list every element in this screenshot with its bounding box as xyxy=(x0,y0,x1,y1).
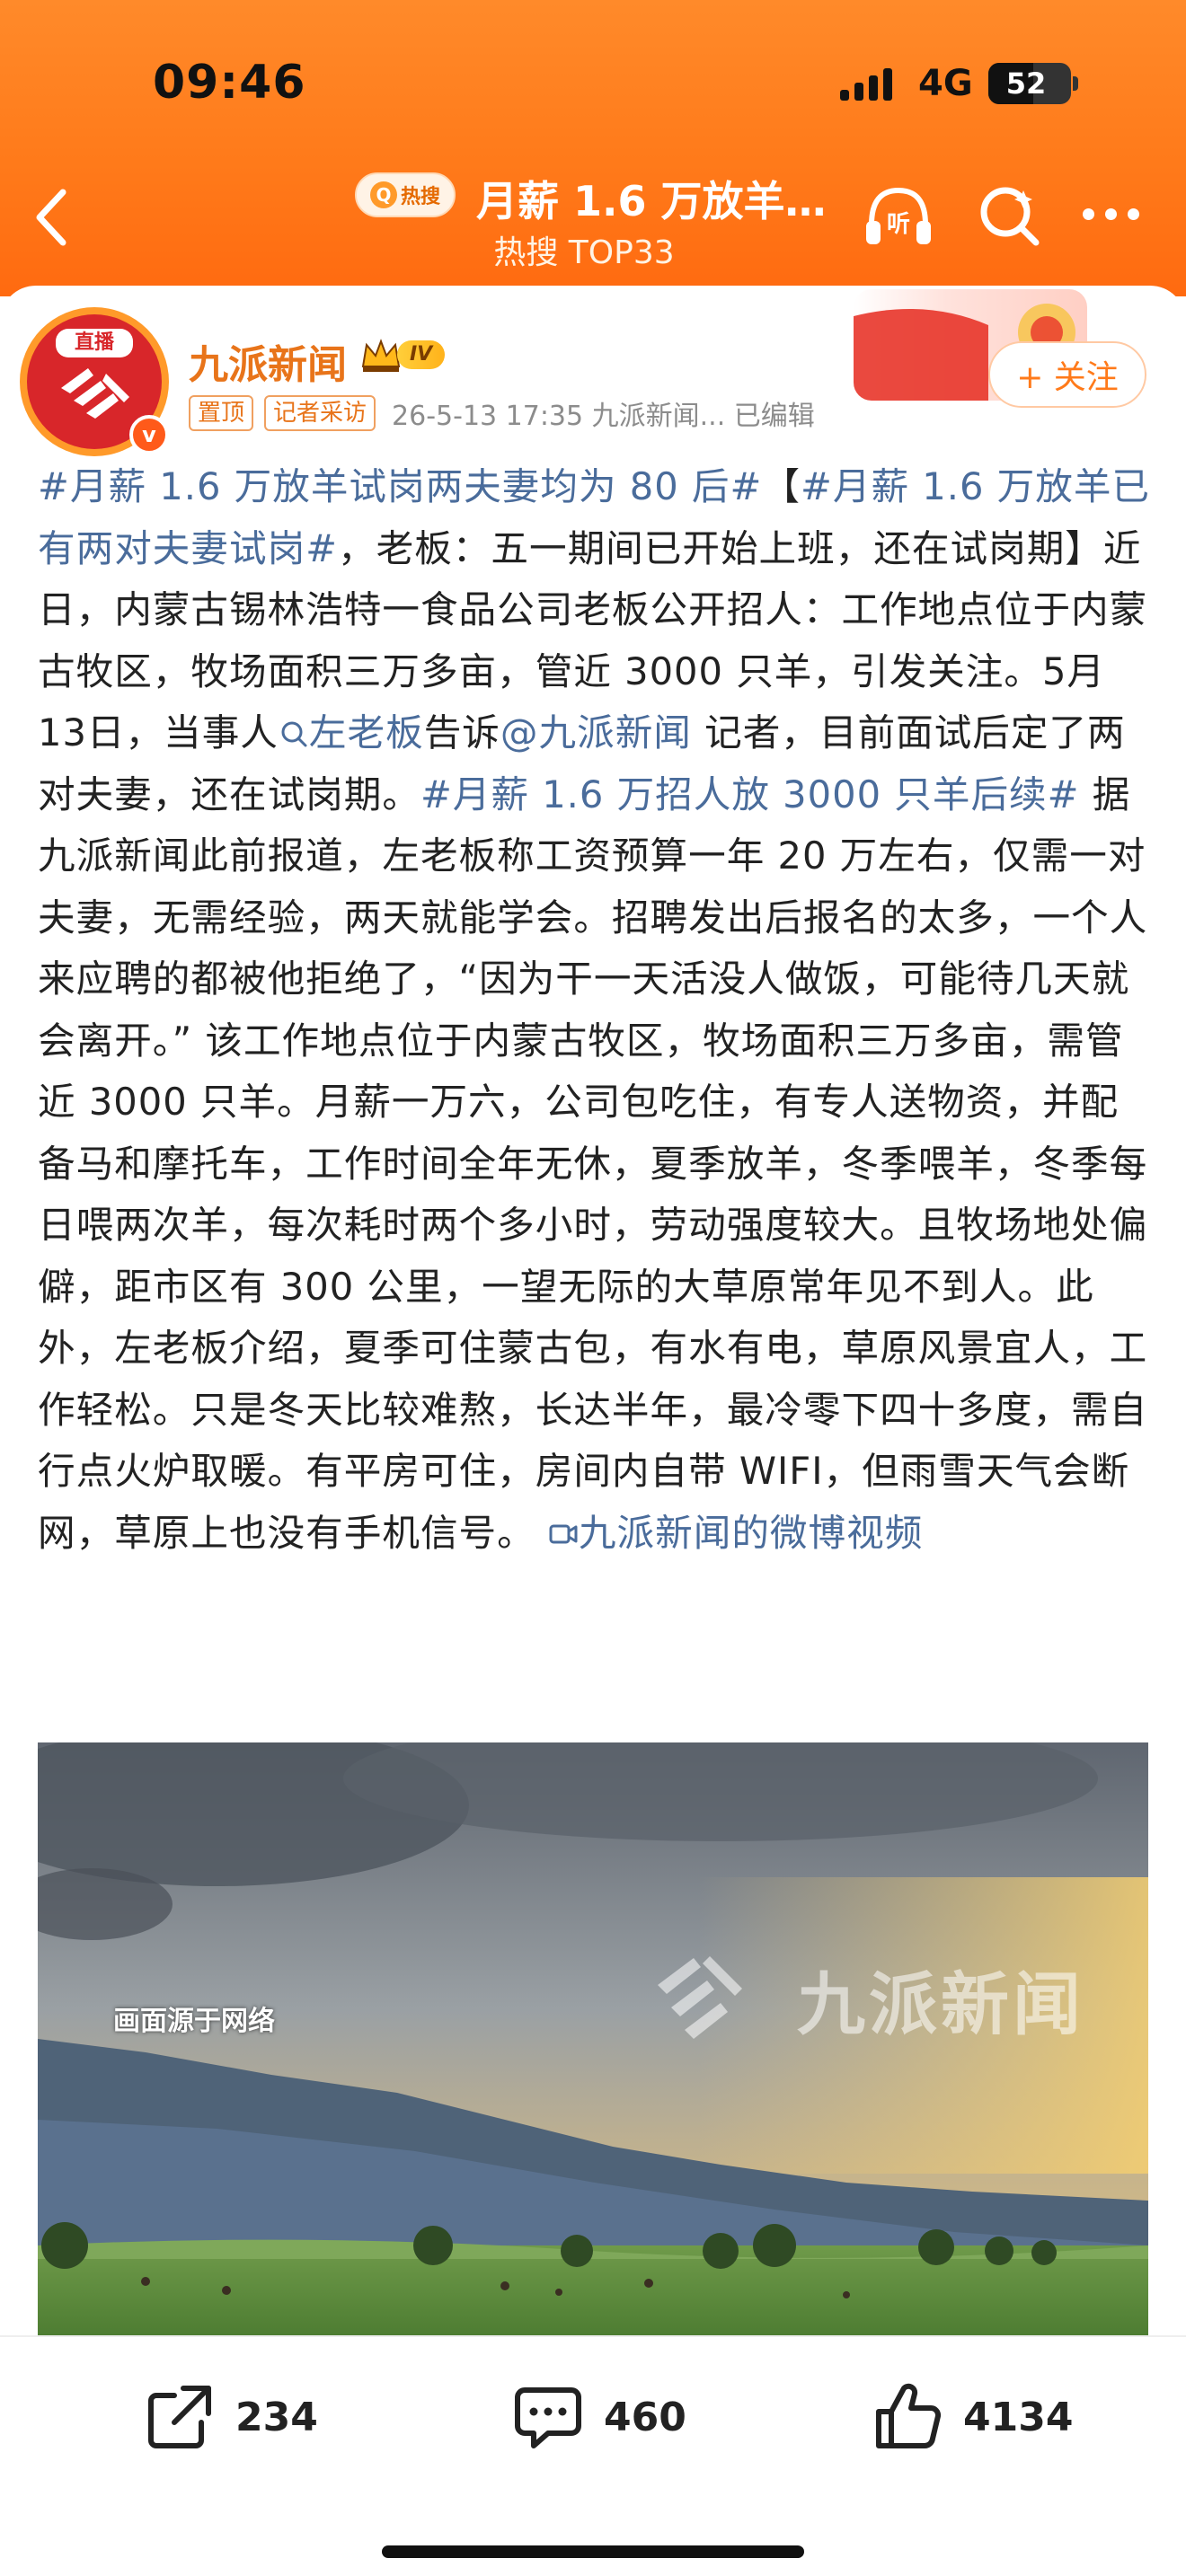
comment-count: 460 xyxy=(604,2394,686,2440)
video-icon xyxy=(549,1524,578,1543)
post-text-segment: 【 xyxy=(762,464,801,508)
like-icon xyxy=(876,2383,942,2449)
bottom-action-bar: 234 460 4134 xyxy=(0,2335,1186,2576)
live-badge: 直播 xyxy=(56,329,133,357)
page-title[interactable]: 月薪 1.6 万放羊… xyxy=(476,169,827,228)
crown-icon xyxy=(361,339,401,372)
signal-icon xyxy=(840,65,903,101)
level-label: IV xyxy=(397,340,446,369)
header: 09:46 4G 52 Q 热搜 月薪 1.6 万放羊… 热搜 TOP33 听 xyxy=(0,0,1186,296)
top-nav: Q 热搜 月薪 1.6 万放羊… 热搜 TOP33 听 xyxy=(0,162,1186,278)
post-card: 直播 v 九派新闻 IV + 关注 置顶 记者采访 26-5-13 17:35 … xyxy=(0,286,1186,2335)
post-link[interactable]: #月薪 1.6 万招人放 3000 只羊后续# xyxy=(420,772,1080,816)
comment-icon xyxy=(515,2387,581,2448)
home-indicator[interactable] xyxy=(382,2545,804,2558)
video-caption: 画面源于网络 xyxy=(113,2006,275,2037)
search-icon[interactable] xyxy=(975,181,1043,250)
author-name[interactable]: 九派新闻 xyxy=(189,332,347,390)
post-link[interactable]: 九派新闻的微博视频 xyxy=(579,1511,923,1555)
status-bar: 09:46 4G 52 xyxy=(0,0,1186,171)
post-link[interactable]: 左老板 xyxy=(309,710,424,754)
avatar[interactable]: 直播 v xyxy=(20,307,169,456)
verified-icon: v xyxy=(129,415,169,454)
like-button[interactable]: 4134 xyxy=(872,2377,1073,2457)
share-icon xyxy=(148,2386,211,2448)
svg-text:听: 听 xyxy=(887,211,910,238)
listen-icon[interactable]: 听 xyxy=(861,180,936,255)
logo-icon xyxy=(61,368,129,419)
hot-search-icon: Q xyxy=(369,181,397,208)
post-meta: 置顶 记者采访 26-5-13 17:35 九派新闻... 已编辑 xyxy=(189,393,815,433)
post-time-source: 26-5-13 17:35 九派新闻... 已编辑 xyxy=(392,401,815,432)
network-label: 4G xyxy=(918,63,973,104)
hot-search-badge: Q 热搜 xyxy=(355,172,456,217)
follow-button[interactable]: + 关注 xyxy=(988,341,1146,408)
more-icon[interactable] xyxy=(1083,208,1151,226)
interview-tag: 记者采访 xyxy=(264,395,376,431)
post-text-segment: 据九派新闻此前报道，左老板称工资预算一年 20 万左右，仅需一对夫妻，无需经验，… xyxy=(38,772,1148,1555)
pinned-tag: 置顶 xyxy=(189,395,254,431)
video-watermark: 九派新闻 xyxy=(797,1964,1084,2044)
share-count: 234 xyxy=(235,2394,318,2440)
battery-level: 52 xyxy=(1005,66,1047,101)
level-badge[interactable]: IV xyxy=(359,336,464,374)
post-link[interactable]: @九派新闻 xyxy=(500,710,692,754)
battery-icon: 52 xyxy=(988,63,1078,104)
post-link[interactable]: #月薪 1.6 万放羊试岗两夫妻均为 80 后# xyxy=(38,464,762,508)
share-button[interactable]: 234 xyxy=(144,2377,318,2457)
hot-badge-label: 热搜 xyxy=(400,186,440,208)
post-body: #月薪 1.6 万放羊试岗两夫妻均为 80 后#【#月薪 1.6 万放羊已有两对… xyxy=(38,456,1152,1564)
comment-button[interactable]: 460 xyxy=(512,2377,686,2457)
status-time: 09:46 xyxy=(153,56,306,110)
search-icon xyxy=(281,721,307,747)
like-count: 4134 xyxy=(963,2394,1074,2440)
post-text-segment: 告诉 xyxy=(423,710,500,754)
video-player[interactable]: 画面源于网络 九派新闻 xyxy=(38,1742,1148,2335)
